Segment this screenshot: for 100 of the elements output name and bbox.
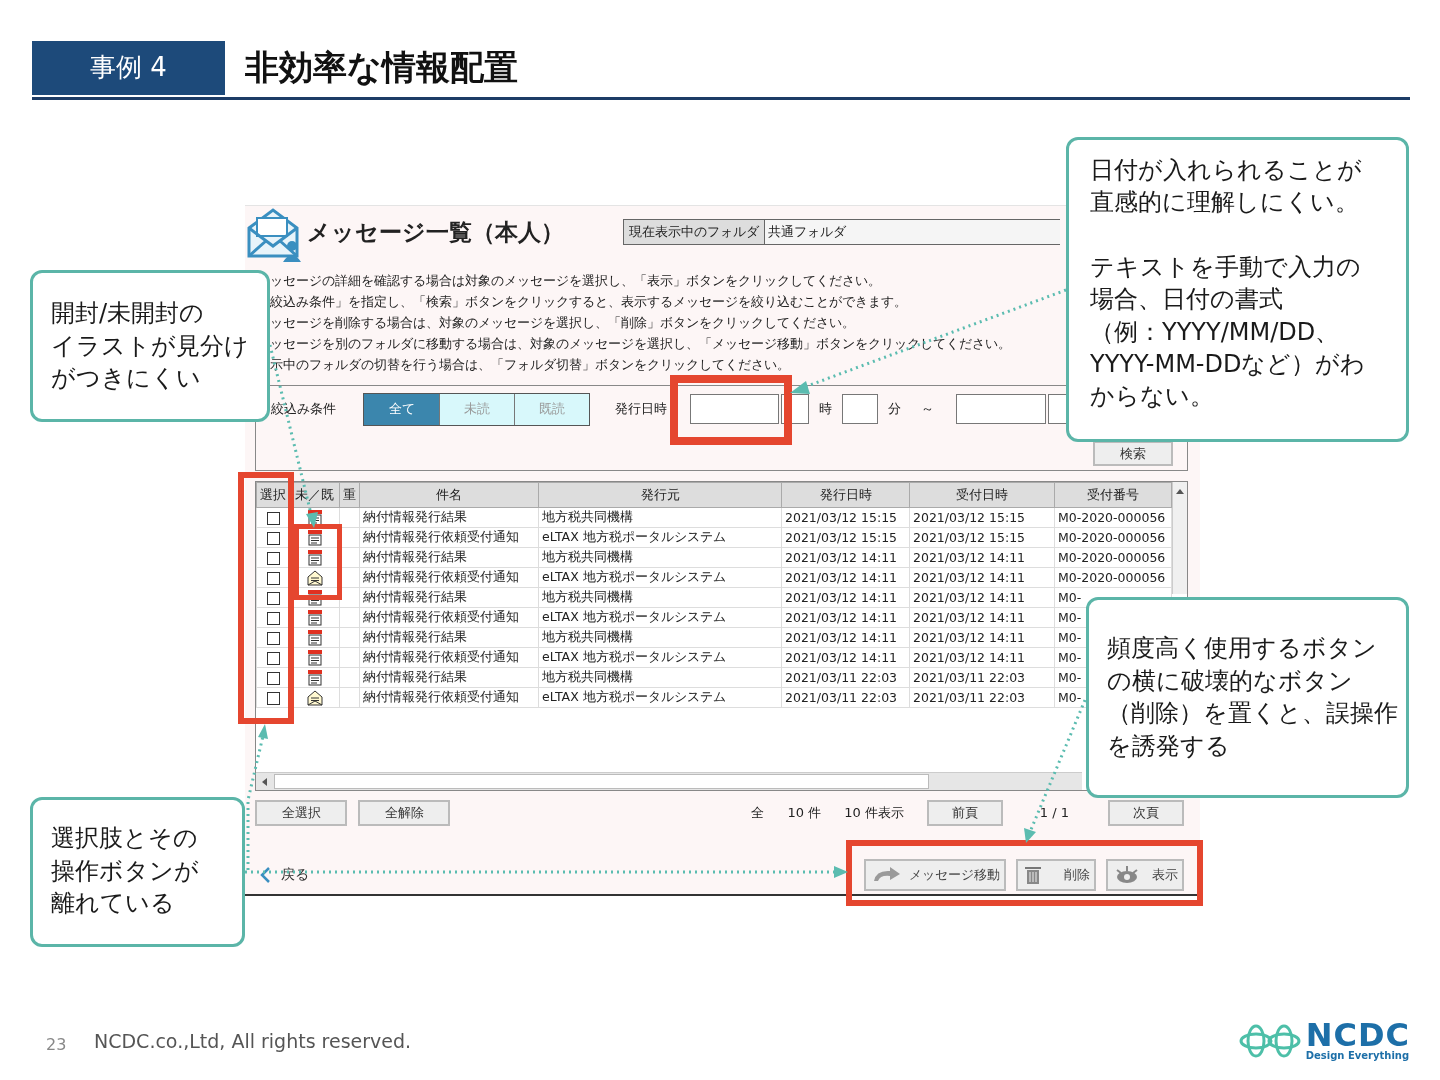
callout-text: （例：YYYY/MM/DD、 <box>1090 316 1341 348</box>
received-cell: 2021/03/11 22:03 <box>909 667 1055 688</box>
case-badge: 事例 4 <box>32 40 225 95</box>
callout-text: 操作ボタンが <box>51 855 200 887</box>
sender-cell: eLTAX 地方税ポータルシステム <box>538 687 782 708</box>
clear-all-button[interactable]: 全解除 <box>358 799 450 826</box>
number-cell: M0-2020-000056 <box>1054 527 1172 548</box>
row-checkbox[interactable] <box>266 592 280 605</box>
row-checkbox[interactable] <box>266 692 280 705</box>
sender-cell: 地方税共同機構 <box>538 587 782 608</box>
delete-button[interactable]: 削除 <box>1016 859 1096 891</box>
page-indicator: 1 / 1 <box>1039 805 1069 820</box>
move-button[interactable]: メッセージ移動 <box>864 859 1006 891</box>
callout-text: イラストが見分け <box>51 330 250 362</box>
subject-cell: 納付情報発行結果 <box>359 627 539 648</box>
subject-cell: 納付情報発行結果 <box>359 587 539 608</box>
received-cell: 2021/03/12 14:11 <box>909 567 1055 588</box>
callout-text: 選択肢とその <box>51 823 199 854</box>
number-cell: M0-2020-000056 <box>1054 507 1172 528</box>
back-link[interactable]: 戻る <box>259 866 309 884</box>
subject-cell: 納付情報発行依頼受付通知 <box>359 527 539 548</box>
issued-cell: 2021/03/12 14:11 <box>781 587 910 608</box>
minute-label: 分 <box>888 400 901 418</box>
instruction-text: 示中のフォルダの切替を行う場合は、「フォルダ切替」ボタンをクリックしてください。 <box>270 356 790 374</box>
logo-tagline: Design Everything <box>1305 1050 1410 1061</box>
callout-text: 直感的に理解しにくい。 <box>1090 187 1360 219</box>
column-header[interactable]: 発行日時 <box>781 482 910 508</box>
received-cell: 2021/03/12 14:11 <box>909 607 1055 628</box>
row-checkbox[interactable] <box>266 612 280 625</box>
callout-text: YYYY-MM-DDなど）がわ <box>1090 348 1367 380</box>
view-button[interactable]: 表示 <box>1106 859 1184 891</box>
column-header[interactable]: 受付日時 <box>909 482 1055 508</box>
subject-cell: 納付情報発行結果 <box>359 667 539 688</box>
scroll-up-icon[interactable] <box>1175 487 1185 495</box>
hour-field[interactable] <box>1048 394 1068 424</box>
page-title: メッセージ一覧（本人） <box>307 217 565 247</box>
prev-page-button[interactable]: 前頁 <box>926 799 1003 826</box>
subject-cell: 納付情報発行依頼受付通知 <box>359 607 539 628</box>
received-cell: 2021/03/12 14:11 <box>909 627 1055 648</box>
received-cell: 2021/03/12 14:11 <box>909 647 1055 668</box>
issued-cell: 2021/03/11 22:03 <box>781 667 910 688</box>
sender-cell: eLTAX 地方税ポータルシステム <box>538 527 782 548</box>
callout-text: 場合、日付の書式 <box>1090 284 1284 316</box>
sender-cell: 地方税共同機構 <box>538 627 782 648</box>
subject-cell: 納付情報発行結果 <box>359 547 539 568</box>
curved-arrow-icon <box>872 867 902 883</box>
number-cell: M0-2020-000056 <box>1054 547 1172 568</box>
row-checkbox[interactable] <box>266 652 280 665</box>
vertical-scrollbar[interactable] <box>1172 482 1187 594</box>
range-mark: ～ <box>921 400 934 418</box>
row-checkbox[interactable] <box>266 632 280 645</box>
scroll-left-icon[interactable] <box>260 776 268 787</box>
column-header[interactable]: 件名 <box>359 482 539 508</box>
issued-cell: 2021/03/12 14:11 <box>781 547 910 568</box>
total-label: 全 <box>751 803 765 822</box>
subject-cell: 納付情報発行依頼受付通知 <box>359 567 539 588</box>
instruction-text: 絞込み条件」を指定し、「検索」ボタンをクリックすると、表示するメッセージを絞り込むことができます。 <box>270 293 907 311</box>
per-page-label: 10 件表示 <box>844 803 904 822</box>
select-all-button[interactable]: 全選択 <box>255 799 347 826</box>
logo-name: NCDC <box>1305 1020 1410 1050</box>
received-cell: 2021/03/11 22:03 <box>909 687 1055 708</box>
row-checkbox[interactable] <box>266 532 280 545</box>
row-checkbox[interactable] <box>266 672 280 685</box>
filter-tab[interactable]: 全て <box>364 393 439 425</box>
issued-cell: 2021/03/11 22:03 <box>781 687 910 708</box>
callout-text: からない。 <box>1090 381 1215 413</box>
hour-label: 時 <box>819 400 832 418</box>
row-checkbox[interactable] <box>266 572 280 585</box>
sender-cell: eLTAX 地方税ポータルシステム <box>538 607 782 628</box>
total-count: 10 件 <box>787 803 822 822</box>
folder-value: 共通フォルダ <box>767 223 847 241</box>
column-header[interactable]: 発行元 <box>538 482 782 508</box>
chevron-left-icon <box>259 866 271 884</box>
instruction-text: ッセージを削除する場合は、対象のメッセージを選択し、「削除」ボタンをクリックしてください。 <box>270 314 855 332</box>
issued-cell: 2021/03/12 15:15 <box>781 507 910 528</box>
callout-text: がつきにくい <box>51 363 202 395</box>
row-checkbox[interactable] <box>266 552 280 565</box>
date-field[interactable] <box>956 394 1046 424</box>
row-checkbox[interactable] <box>266 512 280 525</box>
filter-label: 絞込み条件 <box>271 400 337 418</box>
minute-field[interactable] <box>842 394 878 424</box>
number-cell: M0-2020-000056 <box>1054 567 1172 588</box>
search-button[interactable]: 検索 <box>1093 441 1173 466</box>
horizontal-scrollbar[interactable] <box>256 772 1082 790</box>
callout-text: テキストを手動で入力の <box>1090 251 1362 283</box>
folder-label: 現在表示中のフォルダ <box>624 220 765 244</box>
next-page-button[interactable]: 次頁 <box>1108 799 1184 826</box>
sender-cell: 地方税共同機構 <box>538 667 782 688</box>
column-header[interactable]: 重 <box>339 482 360 508</box>
subject-cell: 納付情報発行依頼受付通知 <box>359 687 539 708</box>
issued-cell: 2021/03/12 14:11 <box>781 627 910 648</box>
sender-cell: 地方税共同機構 <box>538 507 782 528</box>
received-cell: 2021/03/12 14:11 <box>909 587 1055 608</box>
column-header[interactable]: 選択 <box>256 482 290 508</box>
callout-text: を誘発する <box>1107 730 1231 762</box>
sender-cell: eLTAX 地方税ポータルシステム <box>538 567 782 588</box>
instruction-text: ッセージの詳細を確認する場合は対象のメッセージを選択し、「表示」ボタンをクリックしてください。 <box>270 272 881 290</box>
date-field[interactable] <box>690 394 779 424</box>
column-header[interactable]: 受付番号 <box>1054 482 1172 508</box>
page-number: 23 <box>46 1034 68 1054</box>
